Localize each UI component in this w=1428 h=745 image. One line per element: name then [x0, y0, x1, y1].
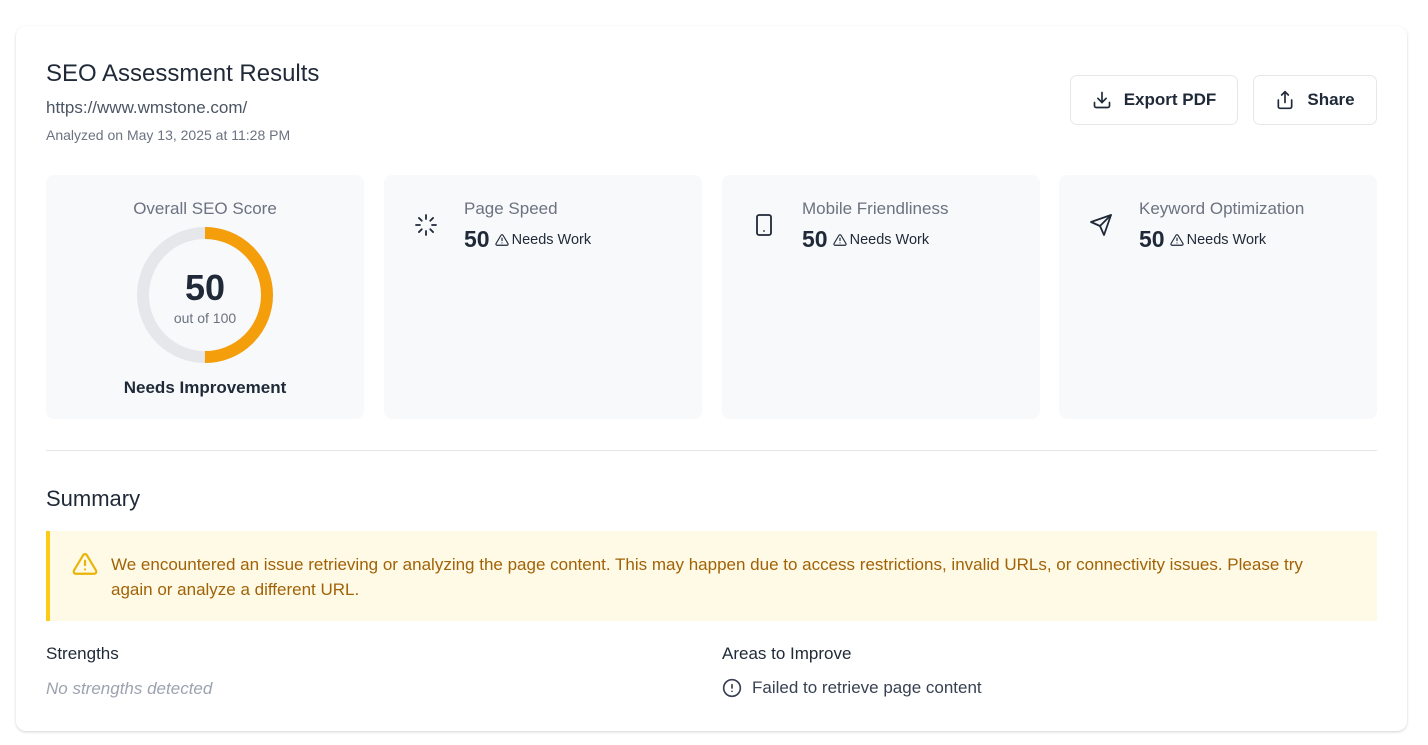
- overall-score-value: 50: [184, 267, 226, 308]
- metric-card-keyword-optimization: Keyword Optimization 50 Needs Work: [1059, 175, 1377, 419]
- metric-value: 50: [802, 226, 828, 252]
- analyzed-timestamp: Analyzed on May 13, 2025 at 11:28 PM: [46, 127, 291, 143]
- section-divider: [46, 450, 1377, 451]
- improve-list-item: Failed to retrieve page content: [722, 678, 982, 698]
- warning-triangle-icon: [72, 553, 98, 575]
- send-icon: [1090, 214, 1112, 236]
- loader-icon: [415, 214, 437, 236]
- analyzed-url: https://www.wmstone.com/: [46, 98, 248, 117]
- summary-title: Summary: [46, 486, 141, 511]
- share-label: Share: [1307, 90, 1355, 109]
- metric-label: Keyword Optimization: [1139, 199, 1305, 218]
- overall-score-card: Overall SEO Score 50 out of 100 Needs Im…: [46, 175, 364, 419]
- alert-circle-icon: [722, 678, 742, 698]
- metric-status-text: Needs Work: [849, 231, 930, 248]
- tablet-icon: [756, 214, 772, 236]
- metric-status-text: Needs Work: [1186, 231, 1267, 248]
- share-icon: [1277, 90, 1293, 110]
- warning-icon: [1169, 233, 1184, 246]
- download-icon: [1093, 91, 1111, 109]
- metric-status: Needs Work: [1169, 231, 1267, 248]
- warning-alert: We encountered an issue retrieving or an…: [46, 531, 1377, 621]
- improve-item-text: Failed to retrieve page content: [752, 678, 982, 697]
- metric-label: Page Speed: [464, 199, 558, 218]
- export-pdf-label: Export PDF: [1123, 90, 1217, 109]
- warning-icon: [832, 233, 847, 246]
- metric-value: 50: [1139, 226, 1165, 252]
- overall-score-status: Needs Improvement: [123, 378, 287, 397]
- metric-status: Needs Work: [832, 231, 930, 248]
- overall-score-max: out of 100: [173, 310, 237, 326]
- metric-card-mobile-friendliness: Mobile Friendliness 50 Needs Work: [722, 175, 1040, 419]
- seo-results-card: SEO Assessment Results https://www.wmsto…: [16, 26, 1407, 731]
- metric-status: Needs Work: [494, 231, 592, 248]
- strengths-title: Strengths: [46, 644, 119, 663]
- metric-value: 50: [464, 226, 490, 252]
- no-strengths-text: No strengths detected: [46, 679, 213, 698]
- overall-score-label: Overall SEO Score: [133, 199, 277, 218]
- export-pdf-button[interactable]: Export PDF: [1070, 75, 1238, 125]
- share-button[interactable]: Share: [1253, 75, 1377, 125]
- warning-icon: [494, 233, 509, 246]
- warning-text: We encountered an issue retrieving or an…: [111, 555, 1303, 599]
- metric-card-page-speed: Page Speed 50 Needs Work: [384, 175, 702, 419]
- page-title: SEO Assessment Results: [46, 60, 320, 87]
- metric-label: Mobile Friendliness: [802, 199, 949, 218]
- metric-status-text: Needs Work: [511, 231, 592, 248]
- areas-to-improve-title: Areas to Improve: [722, 644, 852, 663]
